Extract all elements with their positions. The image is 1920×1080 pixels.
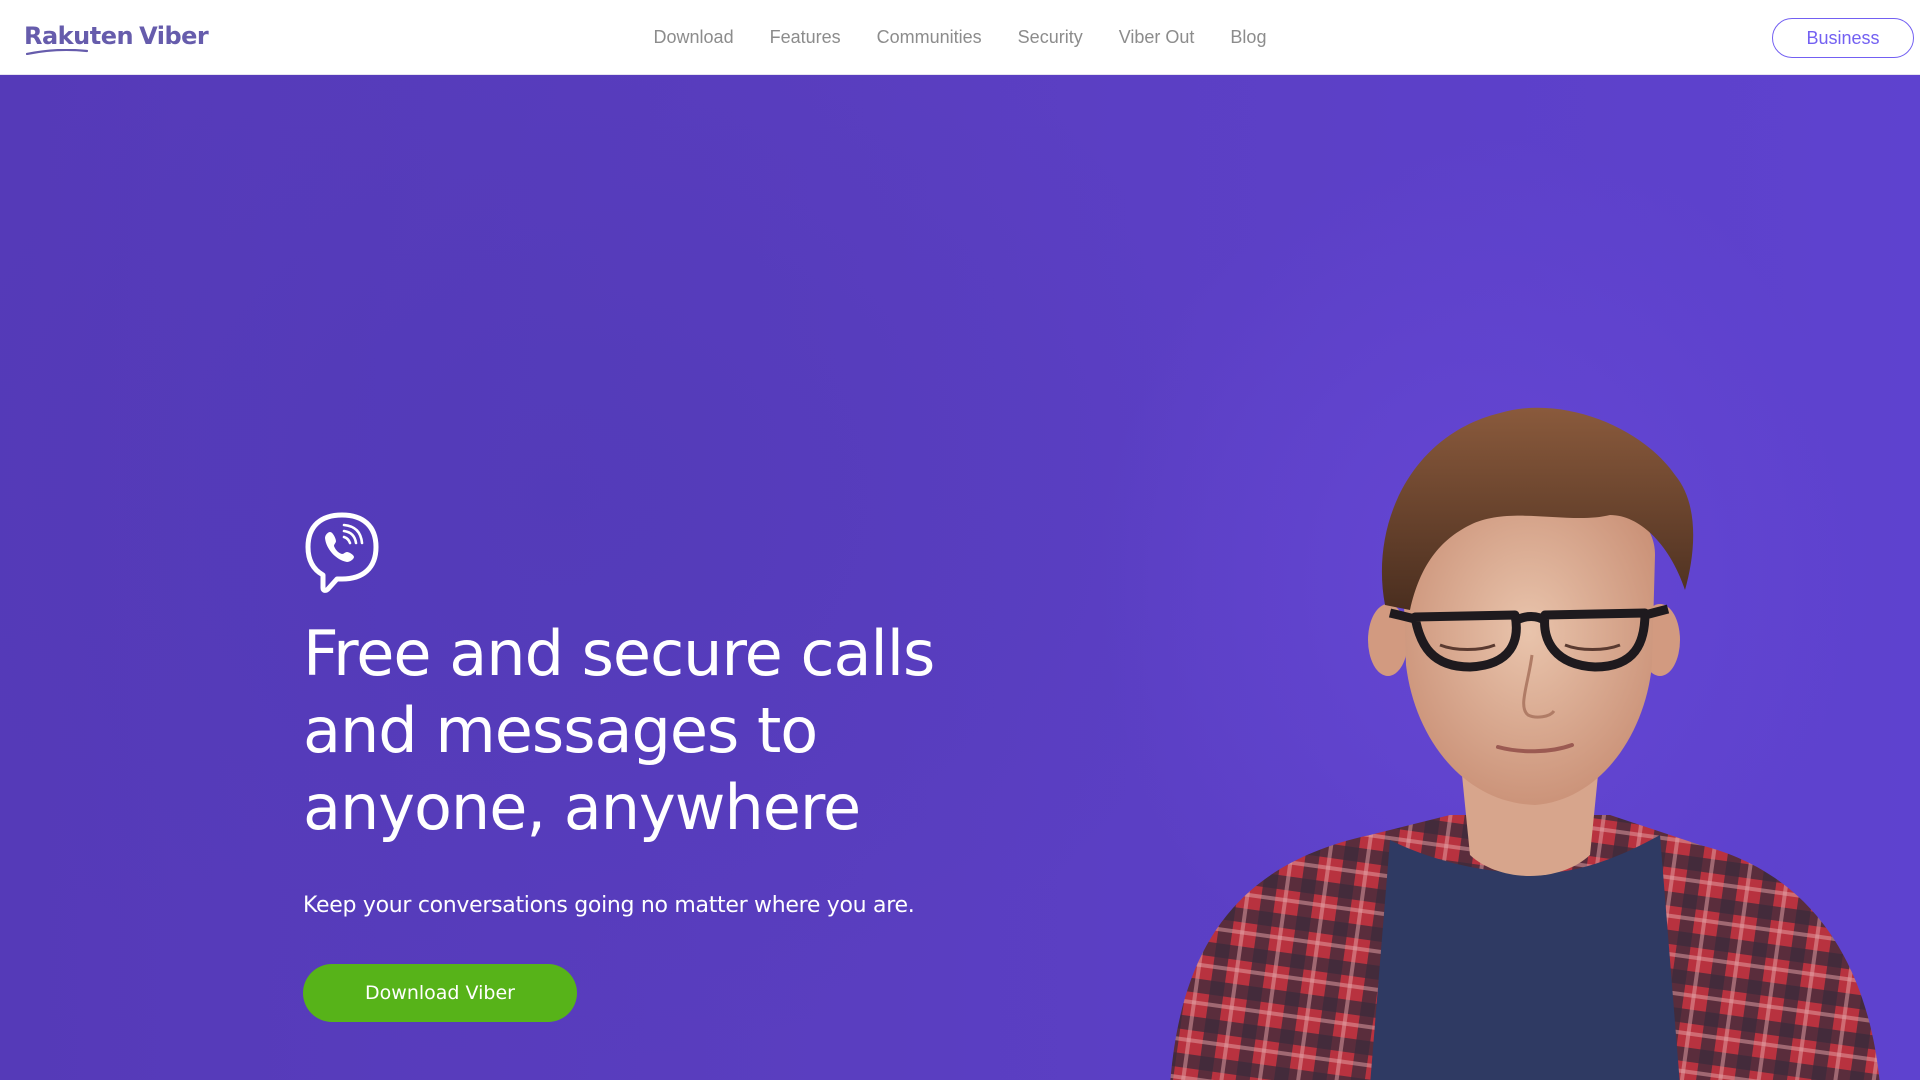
download-viber-button[interactable]: Download Viber xyxy=(303,964,577,1022)
main-nav: Download Features Communities Security V… xyxy=(0,0,1920,75)
logo-product-text: Viber xyxy=(139,22,209,50)
hero-headline: Free and secure calls and messages to an… xyxy=(303,615,1023,846)
rakuten-viber-logo[interactable]: Rakuten Viber xyxy=(24,22,209,55)
logo-swoosh-icon xyxy=(26,49,88,55)
nav-viber-out[interactable]: Viber Out xyxy=(1119,27,1195,48)
business-button[interactable]: Business xyxy=(1772,18,1914,58)
nav-download[interactable]: Download xyxy=(654,27,734,48)
nav-security[interactable]: Security xyxy=(1018,27,1083,48)
nav-blog[interactable]: Blog xyxy=(1230,27,1266,48)
headline-line-1: Free and secure calls xyxy=(303,617,935,690)
logo-brand-text: Rakuten xyxy=(24,22,134,50)
headline-line-3: anyone, anywhere xyxy=(303,771,861,844)
person-photo xyxy=(1170,407,1880,1080)
viber-phone-bubble-icon xyxy=(305,512,379,593)
hero-subtext: Keep your conversations going no matter … xyxy=(303,893,915,918)
hero-section: Free and secure calls and messages to an… xyxy=(0,75,1920,1080)
headline-line-2: and messages to xyxy=(303,694,818,767)
site-header: Rakuten Viber Download Features Communit… xyxy=(0,0,1920,75)
nav-features[interactable]: Features xyxy=(770,27,841,48)
nav-communities[interactable]: Communities xyxy=(877,27,982,48)
